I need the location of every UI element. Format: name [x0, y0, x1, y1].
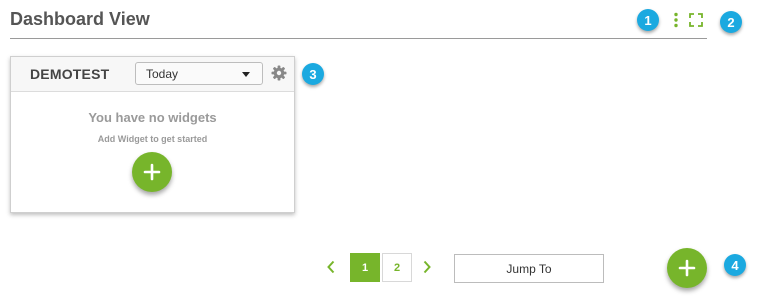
page-button-2[interactable]: 2 — [382, 253, 412, 282]
date-range-value: Today — [146, 67, 179, 81]
page-button-1[interactable]: 1 — [350, 253, 380, 282]
plus-icon — [678, 259, 696, 277]
gear-icon[interactable] — [271, 65, 287, 81]
callout-badge-4: 4 — [724, 254, 746, 276]
page-title: Dashboard View — [10, 9, 150, 29]
callout-badge-3: 3 — [302, 63, 324, 85]
add-widget-button[interactable] — [132, 152, 172, 192]
plus-icon — [143, 163, 161, 181]
callout-badge-1: 1 — [637, 9, 659, 31]
caret-down-icon — [242, 72, 250, 77]
next-page-icon[interactable] — [422, 260, 432, 274]
empty-state-subtitle: Add Widget to get started — [97, 134, 208, 144]
fullscreen-icon[interactable] — [689, 13, 703, 27]
widget-card-title: DEMOTEST — [30, 66, 110, 82]
date-range-select[interactable]: Today — [135, 62, 263, 85]
header-divider — [10, 38, 707, 39]
callout-badge-2: 2 — [720, 11, 742, 33]
empty-state-title: You have no widgets — [88, 110, 217, 125]
more-options-icon[interactable] — [671, 12, 681, 28]
previous-page-icon[interactable] — [326, 260, 336, 274]
jump-to-button[interactable]: Jump To — [454, 254, 604, 283]
widget-card: DEMOTEST Today You have no widgets Add W… — [10, 56, 295, 213]
widget-card-header: DEMOTEST Today — [11, 57, 294, 92]
add-dashboard-button[interactable] — [667, 248, 707, 288]
